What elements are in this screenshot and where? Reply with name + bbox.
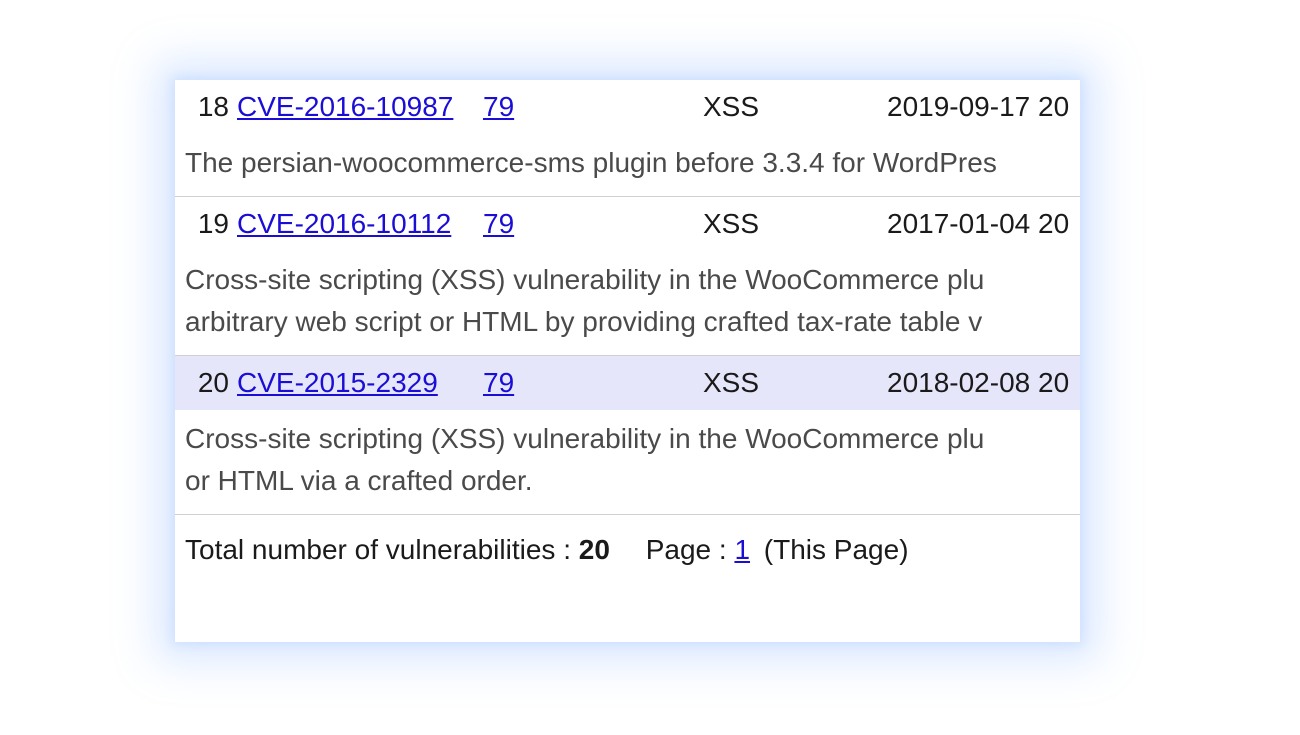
vuln-date: 2017-01-04 20 — [887, 203, 1069, 245]
cve-id-link[interactable]: CVE-2015-2329 — [237, 362, 463, 404]
cve-row-20: 20 CVE-2015-2329 79 XSS 2018-02-08 20 Cr… — [175, 356, 1080, 515]
cve-row-18: 18 CVE-2016-10987 79 XSS 2019-09-17 20 T… — [175, 80, 1080, 197]
desc-line: or HTML via a crafted order. — [185, 460, 1070, 502]
page-label: Page : — [646, 534, 727, 565]
vuln-type: XSS — [703, 362, 887, 404]
cve-row-19: 19 CVE-2016-10112 79 XSS 2017-01-04 20 C… — [175, 197, 1080, 356]
this-page-label: (This Page) — [764, 534, 909, 565]
cve-id-link[interactable]: CVE-2016-10112 — [237, 203, 483, 245]
cve-list-card: 18 CVE-2016-10987 79 XSS 2019-09-17 20 T… — [175, 80, 1080, 642]
cve-row-head: 18 CVE-2016-10987 79 XSS 2019-09-17 20 — [175, 80, 1080, 134]
total-label: Total number of vulnerabilities : — [185, 534, 571, 565]
desc-line: Cross-site scripting (XSS) vulnerability… — [185, 259, 1070, 301]
vuln-description: Cross-site scripting (XSS) vulnerability… — [175, 410, 1080, 514]
vuln-type: XSS — [703, 203, 887, 245]
page-number-link[interactable]: 1 — [734, 534, 750, 565]
cwe-id-link[interactable]: 79 — [483, 86, 535, 128]
cve-id-link[interactable]: CVE-2016-10987 — [237, 86, 483, 128]
vuln-description: Cross-site scripting (XSS) vulnerability… — [175, 251, 1080, 355]
desc-line: Cross-site scripting (XSS) vulnerability… — [185, 418, 1070, 460]
desc-line: arbitrary web script or HTML by providin… — [185, 301, 1070, 343]
cwe-id-link[interactable]: 79 — [483, 362, 535, 404]
list-footer: Total number of vulnerabilities : 20 Pag… — [175, 515, 1080, 577]
row-index: 18 — [185, 86, 229, 128]
row-index: 19 — [185, 203, 229, 245]
cve-row-head: 19 CVE-2016-10112 79 XSS 2017-01-04 20 — [175, 197, 1080, 251]
total-value: 20 — [579, 534, 610, 565]
vuln-type: XSS — [703, 86, 887, 128]
vuln-description: The persian-woocommerce-sms plugin befor… — [175, 134, 1080, 196]
vuln-date: 2019-09-17 20 — [887, 86, 1069, 128]
vuln-date: 2018-02-08 20 — [887, 362, 1069, 404]
cve-row-head: 20 CVE-2015-2329 79 XSS 2018-02-08 20 — [175, 356, 1080, 410]
cwe-id-link[interactable]: 79 — [483, 203, 535, 245]
row-index: 20 — [185, 362, 229, 404]
desc-line: The persian-woocommerce-sms plugin befor… — [185, 142, 1070, 184]
